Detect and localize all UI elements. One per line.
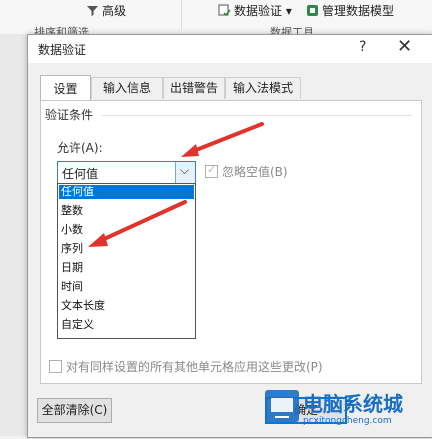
- arrow-to-dropdown: [181, 122, 264, 157]
- site-watermark: 电脑系统城 pcxitongcheng.com: [263, 384, 432, 436]
- watermark-url: pcxitongcheng.com: [303, 416, 392, 426]
- watermark-brand: 电脑系统城: [303, 392, 403, 416]
- arrow-to-list-option: [88, 200, 187, 247]
- annotation-arrows: [88, 122, 264, 247]
